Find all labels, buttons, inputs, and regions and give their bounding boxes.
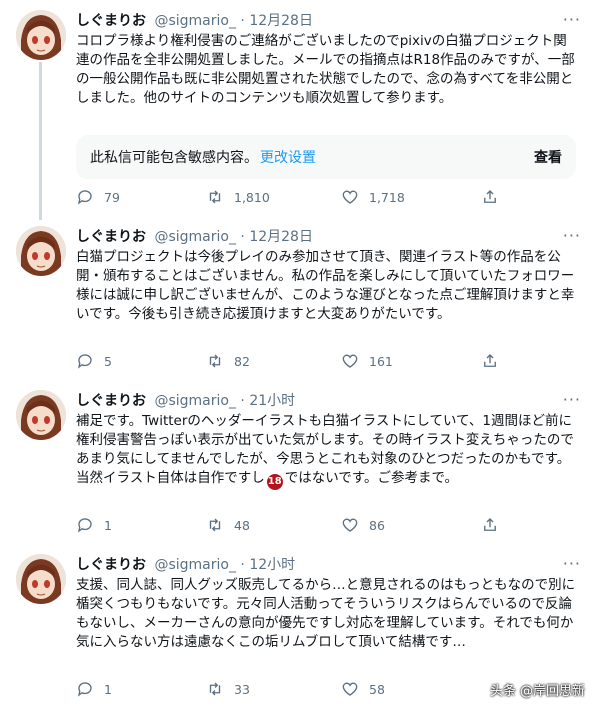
thread-line bbox=[39, 62, 42, 220]
share-icon bbox=[484, 518, 496, 531]
tweet-actions: 79 1,810 1,718 bbox=[76, 188, 576, 208]
reply-icon bbox=[77, 518, 92, 533]
tweet-actions: 5 82 161 bbox=[76, 352, 576, 372]
reply-button[interactable]: 1 bbox=[76, 516, 112, 534]
share-button[interactable] bbox=[481, 188, 509, 206]
user-handle[interactable]: @sigmario_ bbox=[154, 393, 236, 409]
tweet-header: しぐまりお @sigmario_ · 21小时 bbox=[76, 392, 295, 410]
heart-icon bbox=[342, 682, 358, 696]
separator: · bbox=[240, 13, 245, 29]
user-handle[interactable]: @sigmario_ bbox=[154, 13, 236, 29]
more-options-icon[interactable]: ··· bbox=[563, 226, 581, 245]
display-name[interactable]: しぐまりお bbox=[76, 557, 146, 573]
retweet-button[interactable]: 33 bbox=[206, 680, 250, 698]
like-count: 58 bbox=[369, 681, 385, 697]
like-button[interactable]: 86 bbox=[341, 516, 385, 534]
reply-icon bbox=[77, 682, 92, 697]
timestamp[interactable]: 12月28日 bbox=[249, 13, 313, 29]
sensitive-message: 此私信可能包含敏感内容。 bbox=[90, 150, 258, 166]
retweet-count: 48 bbox=[234, 517, 250, 533]
timestamp[interactable]: 21小时 bbox=[249, 393, 295, 409]
reply-count: 1 bbox=[104, 681, 112, 697]
display-name[interactable]: しぐまりお bbox=[76, 393, 146, 409]
reply-count: 79 bbox=[104, 189, 120, 205]
share-icon bbox=[484, 190, 496, 203]
view-button[interactable]: 查看 bbox=[534, 147, 562, 167]
heart-icon bbox=[342, 354, 358, 368]
more-options-icon[interactable]: ··· bbox=[563, 554, 581, 573]
retweet-button[interactable]: 48 bbox=[206, 516, 250, 534]
more-options-icon[interactable]: ··· bbox=[563, 10, 581, 29]
tweet-text: 補足です。Twitterのヘッダーイラストも白猫イラストにしていて、1週間ほど前… bbox=[76, 412, 576, 490]
avatar[interactable] bbox=[16, 554, 66, 604]
avatar-image bbox=[16, 390, 66, 440]
retweet-count: 82 bbox=[234, 353, 250, 369]
retweet-button[interactable]: 82 bbox=[206, 352, 250, 370]
tweet-header: しぐまりお @sigmario_ · 12月28日 bbox=[76, 12, 313, 30]
reply-button[interactable]: 1 bbox=[76, 680, 112, 698]
user-handle[interactable]: @sigmario_ bbox=[154, 229, 236, 245]
reply-button[interactable]: 79 bbox=[76, 188, 120, 206]
tweet-actions: 1 48 86 bbox=[76, 516, 576, 536]
watermark: 头条 @岸回思新 bbox=[489, 684, 585, 699]
retweet-button[interactable]: 1,810 bbox=[206, 188, 270, 206]
retweet-count: 1,810 bbox=[234, 189, 270, 205]
tweet-header: しぐまりお @sigmario_ · 12小时 bbox=[76, 556, 295, 574]
heart-icon bbox=[342, 518, 358, 532]
separator: · bbox=[240, 393, 245, 409]
separator: · bbox=[240, 229, 245, 245]
heart-icon bbox=[342, 190, 358, 204]
user-handle[interactable]: @sigmario_ bbox=[154, 557, 236, 573]
reply-count: 1 bbox=[104, 517, 112, 533]
more-options-icon[interactable]: ··· bbox=[563, 390, 581, 409]
separator: · bbox=[240, 557, 245, 573]
reply-icon bbox=[77, 354, 92, 369]
timestamp[interactable]: 12月28日 bbox=[249, 229, 313, 245]
retweet-icon bbox=[209, 518, 221, 532]
tweet-header: しぐまりお @sigmario_ · 12月28日 bbox=[76, 228, 313, 246]
display-name[interactable]: しぐまりお bbox=[76, 13, 146, 29]
avatar[interactable] bbox=[16, 226, 66, 276]
like-count: 86 bbox=[369, 517, 385, 533]
like-count: 1,718 bbox=[369, 189, 405, 205]
sensitive-content-notice: 此私信可能包含敏感内容。 更改设置 查看 bbox=[76, 135, 576, 179]
avatar[interactable] bbox=[16, 390, 66, 440]
avatar-image bbox=[16, 554, 66, 604]
retweet-icon bbox=[209, 354, 221, 368]
r18-badge-icon: 18 bbox=[266, 474, 283, 490]
tweet-text: コロプラ様より権利侵害のご連絡がございましたのでpixivの白猫プロジェクト関連… bbox=[76, 33, 575, 106]
reply-icon bbox=[77, 190, 92, 205]
display-name[interactable]: しぐまりお bbox=[76, 229, 146, 245]
like-button[interactable]: 161 bbox=[341, 352, 393, 370]
share-button[interactable] bbox=[481, 516, 509, 534]
tweet-text: 白猫プロジェクトは今後プレイのみ参加させて頂き、関連イラスト等の作品を公開・頒布… bbox=[76, 249, 575, 322]
retweet-icon bbox=[209, 682, 221, 696]
avatar-image bbox=[16, 10, 66, 60]
like-button[interactable]: 1,718 bbox=[341, 188, 405, 206]
change-settings-link[interactable]: 更改设置 bbox=[260, 147, 316, 167]
avatar[interactable] bbox=[16, 10, 66, 60]
retweet-icon bbox=[209, 190, 221, 204]
like-button[interactable]: 58 bbox=[341, 680, 385, 698]
avatar-image bbox=[16, 226, 66, 276]
reply-count: 5 bbox=[104, 353, 112, 369]
reply-button[interactable]: 5 bbox=[76, 352, 112, 370]
like-count: 161 bbox=[369, 353, 393, 369]
tweet-text-part: ではないです。ご参考まで。 bbox=[284, 470, 458, 486]
timestamp[interactable]: 12小时 bbox=[249, 557, 295, 573]
share-icon bbox=[484, 354, 496, 367]
share-button[interactable] bbox=[481, 352, 509, 370]
tweet-text: 支援、同人誌、同人グッズ販売してるから…と意見されるのはもっともなので別に楯突く… bbox=[76, 577, 576, 650]
retweet-count: 33 bbox=[234, 681, 250, 697]
